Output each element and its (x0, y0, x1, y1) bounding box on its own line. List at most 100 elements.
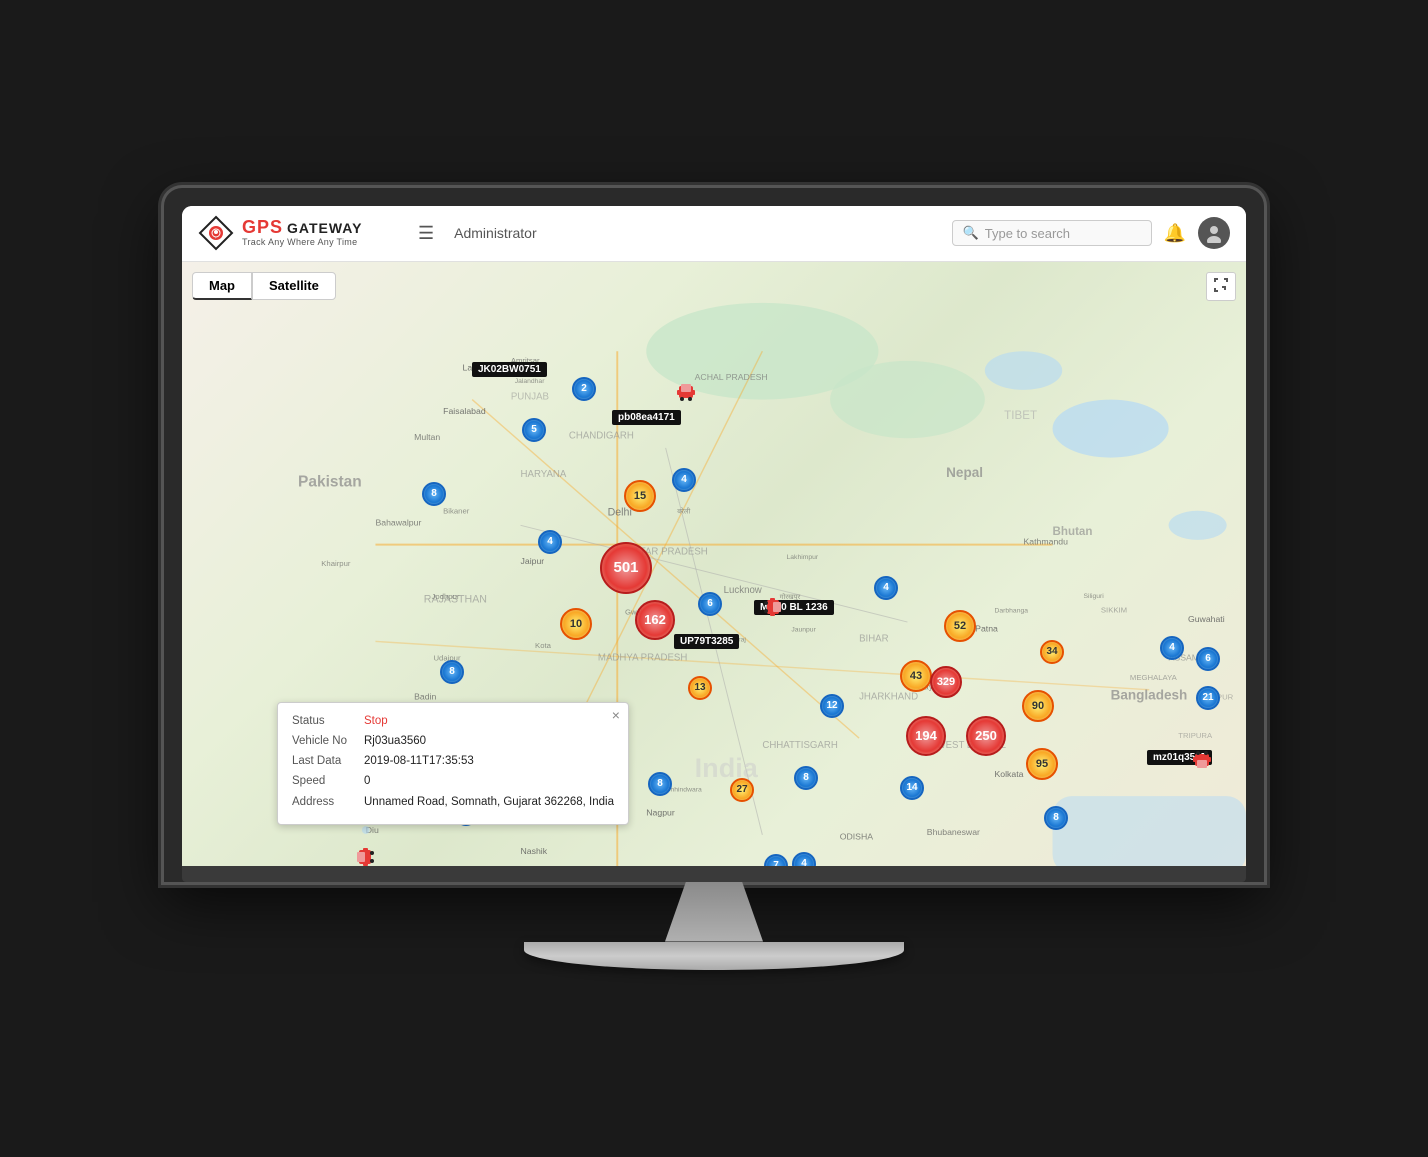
address-label: Address (292, 794, 364, 811)
status-value: Stop (364, 713, 388, 730)
svg-text:Kota: Kota (535, 641, 552, 650)
svg-text:Guwahati: Guwahati (1188, 614, 1225, 624)
logo-gps: GPS (242, 218, 283, 238)
cluster-c14[interactable]: 43 (900, 660, 932, 692)
vehicle-label-lbl1[interactable]: JK02BW0751 (472, 362, 547, 377)
svg-text:CHANDIGARH: CHANDIGARH (569, 430, 634, 441)
cluster-c23[interactable]: 14 (900, 776, 924, 800)
car-marker-4[interactable] (353, 847, 383, 866)
cluster-c10[interactable]: 4 (874, 576, 898, 600)
user-avatar[interactable] (1198, 217, 1230, 249)
cluster-c3[interactable]: 8 (422, 482, 446, 506)
cluster-c11[interactable]: 10 (560, 608, 592, 640)
address-value: Unnamed Road, Somnath, Gujarat 362268, I… (364, 794, 614, 811)
svg-text:Bhubaneswar: Bhubaneswar (927, 826, 980, 836)
cluster-c35[interactable]: 21 (1196, 686, 1220, 710)
cluster-c12[interactable]: 13 (688, 676, 712, 700)
vehicle-label-lbl2[interactable]: pb08ea4171 (612, 410, 681, 425)
lastdata-value: 2019-08-11T17:35:53 (364, 753, 474, 770)
cluster-c28[interactable]: 27 (730, 778, 754, 802)
svg-text:ACHAL PRADESH: ACHAL PRADESH (695, 372, 768, 382)
cluster-c15[interactable]: 12 (820, 694, 844, 718)
svg-text:MADHYA PRADESH: MADHYA PRADESH (598, 652, 687, 663)
svg-text:Jodhpur: Jodhpur (432, 591, 460, 600)
car-marker-2[interactable] (755, 597, 785, 617)
menu-icon[interactable]: ☰ (418, 223, 434, 244)
fullscreen-button[interactable] (1206, 272, 1236, 301)
svg-text:Kathmandu: Kathmandu (1024, 536, 1069, 546)
cluster-c16[interactable]: 52 (944, 610, 976, 642)
cluster-c25[interactable]: 8 (794, 766, 818, 790)
svg-text:BIHAR: BIHAR (859, 633, 889, 644)
vehicle-tooltip: × Status Stop Vehicle No Rj03ua3560 Last… (277, 702, 629, 825)
svg-text:Khairpur: Khairpur (321, 558, 351, 567)
cluster-c7[interactable]: 501 (600, 542, 652, 594)
map-tab[interactable]: Map (192, 272, 252, 300)
cluster-c5[interactable]: 15 (624, 480, 656, 512)
car-marker-1[interactable] (676, 380, 696, 410)
cluster-c26[interactable]: 8 (1044, 806, 1068, 830)
cluster-c36[interactable]: 4 (1160, 636, 1184, 660)
bell-icon[interactable]: 🔔 (1164, 223, 1186, 244)
svg-text:Lakhimpur: Lakhimpur (787, 554, 819, 561)
car-marker-3[interactable] (1192, 742, 1212, 772)
header-right: 🔍 Type to search 🔔 (952, 217, 1230, 249)
monitor-base (524, 942, 904, 970)
monitor-neck (644, 882, 784, 942)
cluster-c6[interactable]: 4 (672, 468, 696, 492)
monitor-screen: 📍 GPS GATEWAY Track Any Where Any Time (164, 188, 1264, 882)
svg-text:HARYANA: HARYANA (521, 468, 567, 479)
cluster-c19[interactable]: 194 (906, 716, 946, 756)
svg-text:India: India (695, 751, 759, 782)
svg-text:ODISHA: ODISHA (840, 831, 874, 841)
cluster-c2[interactable]: 5 (522, 418, 546, 442)
monitor-bottom-bar (182, 866, 1246, 882)
tooltip-lastdata-row: Last Data 2019-08-11T17:35:53 (292, 753, 614, 770)
admin-label: Administrator (454, 225, 951, 241)
svg-text:Delhi: Delhi (608, 506, 632, 518)
svg-text:Badin: Badin (414, 691, 436, 701)
search-icon: 🔍 (963, 225, 979, 241)
screen-bezel: 📍 GPS GATEWAY Track Any Where Any Time (182, 206, 1246, 866)
cluster-c37[interactable]: 6 (1196, 647, 1220, 671)
logo-text: GPS GATEWAY Track Any Where Any Time (242, 218, 362, 248)
svg-text:Faisalabad: Faisalabad (443, 406, 486, 416)
tooltip-vehicle-row: Vehicle No Rj03ua3560 (292, 733, 614, 750)
satellite-tab[interactable]: Satellite (252, 272, 336, 300)
svg-text:Nashik: Nashik (521, 846, 548, 856)
cluster-c29[interactable]: 8 (648, 772, 672, 796)
tooltip-close-button[interactable]: × (612, 707, 620, 723)
cluster-c9[interactable]: 6 (698, 592, 722, 616)
search-box[interactable]: 🔍 Type to search (952, 220, 1152, 246)
cluster-c21[interactable]: 34 (1040, 640, 1064, 664)
svg-text:Patna: Patna (975, 623, 998, 633)
svg-text:TRIPURA: TRIPURA (1178, 731, 1213, 740)
status-label: Status (292, 713, 364, 730)
tooltip-speed-row: Speed 0 (292, 773, 614, 790)
vehicle-label-lbl4[interactable]: UP79T3285 (674, 634, 739, 649)
vehicle-value: Rj03ua3560 (364, 733, 426, 750)
cluster-c4[interactable]: 4 (538, 530, 562, 554)
svg-text:TIBET: TIBET (1004, 408, 1037, 421)
speed-value: 0 (364, 773, 370, 790)
svg-text:Darbhanga: Darbhanga (995, 607, 1029, 614)
cluster-c13[interactable]: 8 (440, 660, 464, 684)
cluster-c8[interactable]: 162 (635, 600, 675, 640)
cluster-c22[interactable]: 95 (1026, 748, 1058, 780)
tooltip-address-row: Address Unnamed Road, Somnath, Gujarat 3… (292, 794, 614, 811)
cluster-c20[interactable]: 250 (966, 716, 1006, 756)
svg-text:Lucknow: Lucknow (724, 585, 762, 596)
logo-tagline: Track Any Where Any Time (242, 238, 362, 248)
svg-text:Bikaner: Bikaner (443, 506, 470, 515)
app-container: 📍 GPS GATEWAY Track Any Where Any Time (182, 206, 1246, 866)
logo-area: 📍 GPS GATEWAY Track Any Where Any Time (198, 215, 418, 251)
svg-text:Bahawalpur: Bahawalpur (375, 517, 421, 527)
speed-label: Speed (292, 773, 364, 790)
logo-gateway: GATEWAY (287, 221, 362, 236)
monitor: 📍 GPS GATEWAY Track Any Where Any Time (164, 188, 1264, 970)
cluster-c17[interactable]: 329 (930, 666, 962, 698)
lastdata-label: Last Data (292, 753, 364, 770)
cluster-c1[interactable]: 2 (572, 377, 596, 401)
cluster-c18[interactable]: 90 (1022, 690, 1054, 722)
svg-text:Kolkata: Kolkata (995, 768, 1024, 778)
